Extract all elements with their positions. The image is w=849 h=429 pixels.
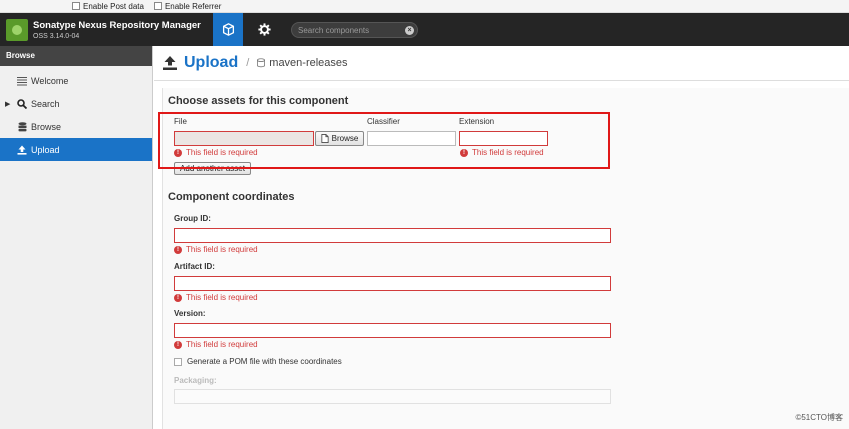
version-field[interactable]	[174, 323, 611, 338]
group-id-input[interactable]	[175, 229, 610, 242]
sidebar: Browse Welcome ▶ Search Browse Upload	[0, 46, 153, 429]
database-icon	[257, 58, 266, 68]
group-id-field[interactable]	[174, 228, 611, 243]
artifact-id-field[interactable]	[174, 276, 611, 291]
version-input[interactable]	[175, 324, 610, 337]
enable-referrer-option[interactable]: Enable Referrer	[153, 1, 222, 11]
artifact-id-error: ! This field is required	[174, 293, 258, 302]
expand-triangle-icon[interactable]: ▶	[5, 100, 10, 108]
search-components-box: ×	[291, 22, 418, 38]
browse-mode-button[interactable]	[213, 13, 243, 46]
version-error-text: This field is required	[186, 340, 258, 349]
sidebar-item-upload[interactable]: Upload	[0, 138, 152, 161]
artifact-id-error-text: This field is required	[186, 293, 258, 302]
main-panel: Upload / maven-releases Choose assets fo…	[154, 46, 849, 429]
version-error: ! This field is required	[174, 340, 258, 349]
error-icon: !	[174, 245, 182, 254]
addon-bar: Enable Post data Enable Referrer	[0, 0, 849, 13]
sidebar-item-welcome[interactable]: Welcome	[0, 69, 152, 92]
app-header: Sonatype Nexus Repository Manager OSS 3.…	[0, 13, 849, 46]
enable-post-data-option[interactable]: Enable Post data	[72, 2, 144, 11]
assets-heading: Choose assets for this component	[168, 95, 349, 107]
coordinates-heading: Component coordinates	[168, 191, 295, 203]
search-icon	[17, 98, 27, 109]
generate-pom-option[interactable]: Generate a POM file with these coordinat…	[174, 357, 342, 366]
artifact-id-input[interactable]	[175, 277, 610, 290]
generate-pom-label: Generate a POM file with these coordinat…	[187, 357, 342, 366]
enable-referrer-label: Enable Referrer	[164, 1, 222, 11]
breadcrumb-separator: /	[246, 57, 250, 69]
page-title: Upload	[184, 54, 239, 71]
sidebar-title: Browse	[0, 46, 152, 66]
error-icon: !	[174, 293, 182, 302]
version-label: Version:	[174, 309, 206, 318]
artifact-id-label: Artifact ID:	[174, 262, 215, 271]
enable-post-data-checkbox[interactable]	[72, 2, 80, 10]
enable-referrer-checkbox[interactable]	[153, 2, 162, 10]
page-titlebar: Upload / maven-releases	[154, 46, 849, 81]
upload-icon	[17, 145, 27, 155]
packaging-field	[174, 389, 611, 404]
sidebar-item-label: Upload	[31, 144, 60, 155]
app-name: Sonatype Nexus Repository Manager	[33, 19, 201, 31]
sidebar-item-browse[interactable]: Browse	[0, 115, 152, 138]
list-icon	[17, 76, 27, 86]
sidebar-item-label: Welcome	[31, 75, 69, 86]
clear-search-icon[interactable]: ×	[405, 26, 414, 35]
group-id-error-text: This field is required	[186, 245, 258, 254]
admin-mode-button[interactable]	[249, 13, 279, 46]
search-components-input[interactable]	[292, 23, 402, 37]
nexus-logo-icon	[6, 18, 28, 41]
packaging-input	[175, 390, 610, 403]
group-id-label: Group ID:	[174, 214, 211, 223]
watermark: ©51CTO博客	[795, 413, 843, 422]
database-icon	[17, 121, 27, 132]
packaging-label: Packaging:	[174, 376, 217, 385]
generate-pom-checkbox[interactable]	[174, 357, 182, 366]
gear-icon	[257, 23, 271, 36]
upload-form: Choose assets for this component File Cl…	[158, 88, 849, 429]
sidebar-item-label: Search	[31, 98, 60, 109]
enable-post-data-label: Enable Post data	[83, 1, 144, 11]
group-id-error: ! This field is required	[174, 245, 258, 254]
sidebar-item-label: Browse	[31, 121, 62, 132]
repository-name[interactable]: maven-releases	[269, 57, 347, 69]
cube-icon	[222, 23, 234, 36]
upload-icon	[163, 56, 177, 70]
error-icon: !	[174, 340, 182, 349]
brand: Sonatype Nexus Repository Manager OSS 3.…	[33, 20, 201, 40]
app-version: OSS 3.14.0-04	[33, 32, 80, 40]
sidebar-item-search[interactable]: ▶ Search	[0, 92, 152, 115]
annotation-highlight-box	[158, 112, 610, 169]
